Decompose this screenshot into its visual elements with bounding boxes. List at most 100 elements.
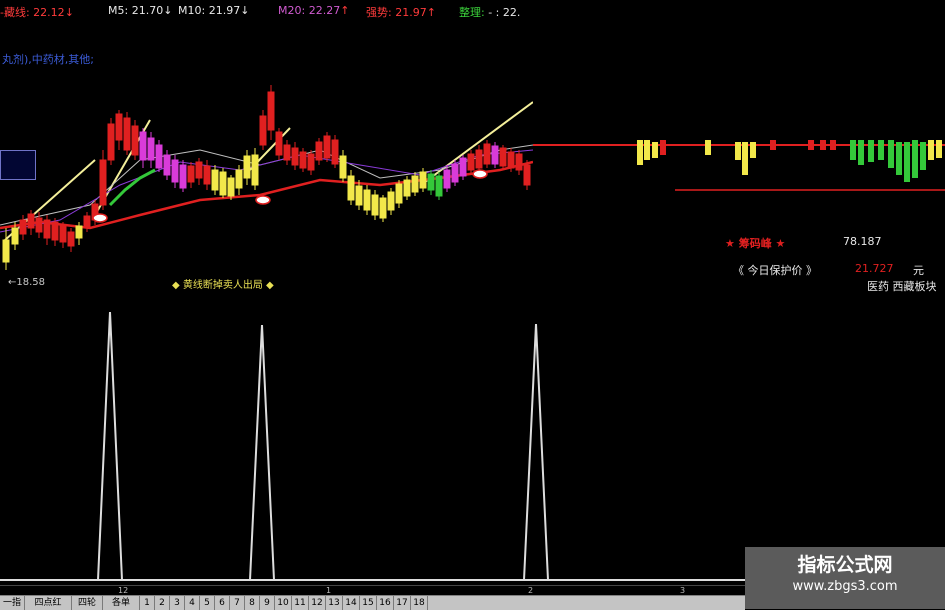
axis-tick-label: 2 (528, 586, 534, 595)
low-price-label: ←18.58 (8, 277, 46, 288)
candle-body (267, 91, 275, 131)
site-watermark: 指标公式网 www.zbgs3.com (745, 547, 945, 609)
indicator-tab[interactable]: 1 (140, 596, 155, 610)
candle-body (283, 144, 291, 161)
right-candle (637, 140, 643, 165)
indicator-tab[interactable]: 2 (155, 596, 170, 610)
candle-body (163, 154, 171, 176)
indicator-tab[interactable]: 17 (394, 596, 411, 610)
indicator-tab[interactable]: 6 (215, 596, 230, 610)
main-kline-chart[interactable]: -藏线: 22.12↓ M5: 21.70↓ M10: 21.97↓ M20: 22.… (0, 0, 533, 300)
right-candle (652, 142, 658, 158)
candle-body (419, 171, 427, 189)
candle-body (227, 177, 235, 197)
spike-plot[interactable] (0, 300, 945, 585)
spike (249, 324, 275, 581)
candle-body (355, 185, 363, 206)
right-candle (858, 140, 864, 165)
candle-body (139, 131, 147, 161)
candle-body (379, 197, 387, 219)
candle-body (43, 219, 51, 239)
candle-body (83, 215, 91, 229)
candle-body (179, 164, 187, 189)
right-candle (878, 140, 884, 160)
candle-body (371, 194, 379, 216)
candle-body (451, 163, 459, 183)
indicator-tab[interactable]: 8 (245, 596, 260, 610)
indicator-tab[interactable]: 11 (292, 596, 309, 610)
right-candle (770, 140, 776, 150)
candle-body (443, 169, 451, 189)
candle-body (171, 159, 179, 183)
candle-body (235, 169, 243, 189)
indicator-tab[interactable]: 一指标 (0, 596, 25, 610)
candle-body (11, 227, 19, 245)
indicator-tab[interactable]: 15 (360, 596, 377, 610)
axis-tick-label: 1 (326, 586, 332, 595)
candle-body (67, 231, 75, 247)
candle-body (275, 131, 283, 156)
candle-body (307, 153, 315, 171)
right-mini-chart (533, 140, 945, 191)
indicator-tab[interactable]: 10 (275, 596, 292, 610)
indicator-tab[interactable]: 3 (170, 596, 185, 610)
indicator-tab[interactable]: 16 (377, 596, 394, 610)
candle-body (251, 154, 259, 186)
spike (523, 323, 549, 581)
right-candle (912, 140, 918, 178)
candle-body (115, 113, 123, 141)
kline-plot[interactable] (0, 0, 533, 300)
candle-body (51, 221, 59, 241)
candle-body (35, 217, 43, 233)
spike (97, 311, 123, 581)
sub-indicator-chart[interactable] (0, 300, 945, 585)
signal-marker (92, 213, 108, 223)
candle-body (491, 145, 499, 165)
indicator-tab[interactable]: 13 (326, 596, 343, 610)
protect-price-value: 21.727 (855, 262, 894, 275)
watermark-url: www.zbgs3.com (792, 579, 898, 594)
candle-body (315, 141, 323, 161)
ma-white-line (0, 144, 533, 226)
candle-body (211, 169, 219, 191)
right-candle (820, 140, 826, 150)
indicator-tab[interactable]: 18 (411, 596, 428, 610)
candle-body (467, 153, 475, 171)
candle-body (395, 183, 403, 204)
right-candle (868, 140, 874, 162)
indicator-tab[interactable]: 各单 (103, 596, 140, 610)
candle-body (259, 115, 267, 146)
candle-body (19, 219, 27, 235)
right-candle (936, 140, 942, 158)
right-candle (850, 140, 856, 160)
candle-body (403, 179, 411, 197)
candle-body (435, 175, 443, 197)
candle-body (459, 157, 467, 177)
signal-marker (472, 169, 488, 179)
indicator-tab-bar[interactable]: 一指标四点红四轮各单123456789101112131415161718 (0, 595, 745, 610)
signal-marker (255, 195, 271, 205)
right-candle (830, 140, 836, 150)
indicator-tab[interactable]: 5 (200, 596, 215, 610)
candle-body (411, 175, 419, 193)
right-candle (888, 140, 894, 168)
indicator-tab[interactable]: 9 (260, 596, 275, 610)
indicator-tab[interactable]: 四点红 (25, 596, 72, 610)
candle-body (515, 153, 523, 171)
candle-body (131, 125, 139, 156)
candle-body (523, 164, 531, 186)
indicator-tab[interactable]: 4 (185, 596, 200, 610)
right-candle (660, 140, 666, 155)
chip-peak-label: ★ 筹码峰 ★ (725, 237, 786, 250)
indicator-tab[interactable]: 7 (230, 596, 245, 610)
right-candle (705, 140, 711, 155)
indicator-tab[interactable]: 14 (343, 596, 360, 610)
candle-body (331, 139, 339, 165)
right-candle (742, 142, 748, 175)
indicator-tab[interactable]: 四轮 (72, 596, 103, 610)
indicator-tab[interactable]: 12 (309, 596, 326, 610)
candle-body (427, 173, 435, 191)
axis-tick-label: 12 (118, 586, 129, 595)
right-candle (928, 140, 934, 160)
right-candle (644, 140, 650, 160)
